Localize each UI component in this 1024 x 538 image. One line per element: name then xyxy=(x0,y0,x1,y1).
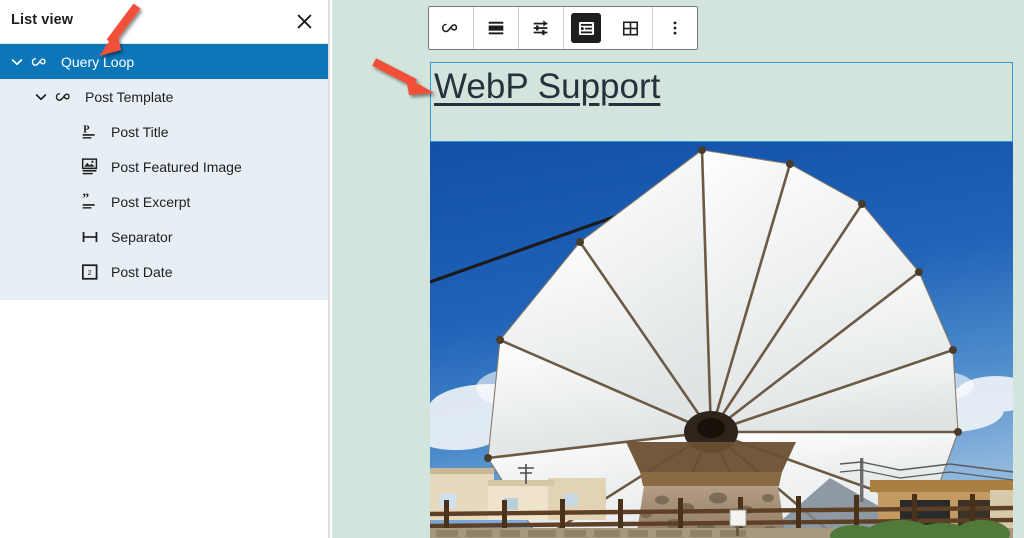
sidebar-item-post-title[interactable]: P Post Title xyxy=(0,114,328,149)
sidebar-item-post-date[interactable]: 2 Post Date xyxy=(0,254,328,289)
separator-icon xyxy=(78,225,102,249)
post-template-icon xyxy=(52,85,76,109)
list-view-header: List view xyxy=(0,0,328,44)
post-title-text[interactable]: WebP Support xyxy=(434,65,660,109)
svg-text:P: P xyxy=(83,124,90,135)
toolbar-group-settings xyxy=(519,7,564,49)
sidebar-item-post-featured-image[interactable]: Post Featured Image xyxy=(0,149,328,184)
svg-text:”: ” xyxy=(82,191,89,206)
sidebar-item-label: Post Template xyxy=(85,89,173,105)
sidebar-item-query-loop[interactable]: Query Loop xyxy=(0,44,328,79)
sidebar-item-post-template[interactable]: Post Template xyxy=(0,79,328,114)
sidebar-item-label: Separator xyxy=(111,229,172,245)
toolbar-group-block-type xyxy=(429,7,474,49)
sidebar-item-post-excerpt[interactable]: ” Post Excerpt xyxy=(0,184,328,219)
settings-sliders-icon xyxy=(526,13,556,43)
chevron-down-icon[interactable] xyxy=(6,51,28,73)
block-toolbar xyxy=(428,6,698,50)
sidebar-item-label: Post Featured Image xyxy=(111,159,242,175)
block-list-group: Query Loop Post Template xyxy=(0,44,328,300)
screenshot-root: List view xyxy=(0,0,1024,538)
sidebar-item-label: Post Excerpt xyxy=(111,194,190,210)
post-featured-image-icon xyxy=(78,155,102,179)
sidebar-item-label: Post Title xyxy=(111,124,169,140)
display-settings-button[interactable] xyxy=(519,7,563,49)
post-title-block[interactable]: WebP Support xyxy=(430,62,1013,142)
change-alignment-button[interactable] xyxy=(474,7,518,49)
grid-view-layout-icon xyxy=(615,13,645,43)
query-loop-icon xyxy=(436,13,466,43)
page-title: List view xyxy=(11,12,73,28)
sidebar-item-label: Post Date xyxy=(111,264,172,280)
toolbar-group-layout xyxy=(564,7,653,49)
block-type-query-loop-button[interactable] xyxy=(429,7,473,49)
list-view-panel: List view xyxy=(0,0,330,538)
editor-canvas: WebP Support xyxy=(332,0,1024,538)
query-loop-icon xyxy=(28,50,52,74)
list-view-layout-icon xyxy=(571,13,601,43)
svg-text:2: 2 xyxy=(88,267,92,276)
post-title-icon: P xyxy=(78,120,102,144)
post-featured-image-block[interactable] xyxy=(430,142,1013,538)
featured-image-photo xyxy=(430,142,1013,538)
chevron-down-icon[interactable] xyxy=(30,86,52,108)
toolbar-group-more xyxy=(653,7,697,49)
more-options-button[interactable] xyxy=(653,7,697,49)
align-wide-icon xyxy=(481,13,511,43)
toolbar-group-alignment xyxy=(474,7,519,49)
sidebar-item-separator[interactable]: Separator xyxy=(0,219,328,254)
post-excerpt-icon: ” xyxy=(78,190,102,214)
post-date-icon: 2 xyxy=(78,260,102,284)
sidebar-item-label: Query Loop xyxy=(61,54,134,70)
grid-layout-button[interactable] xyxy=(608,7,652,49)
kebab-menu-icon xyxy=(660,13,690,43)
list-layout-button[interactable] xyxy=(564,7,608,49)
block-list-tree: Query Loop Post Template xyxy=(0,44,328,300)
close-icon[interactable] xyxy=(290,7,318,35)
